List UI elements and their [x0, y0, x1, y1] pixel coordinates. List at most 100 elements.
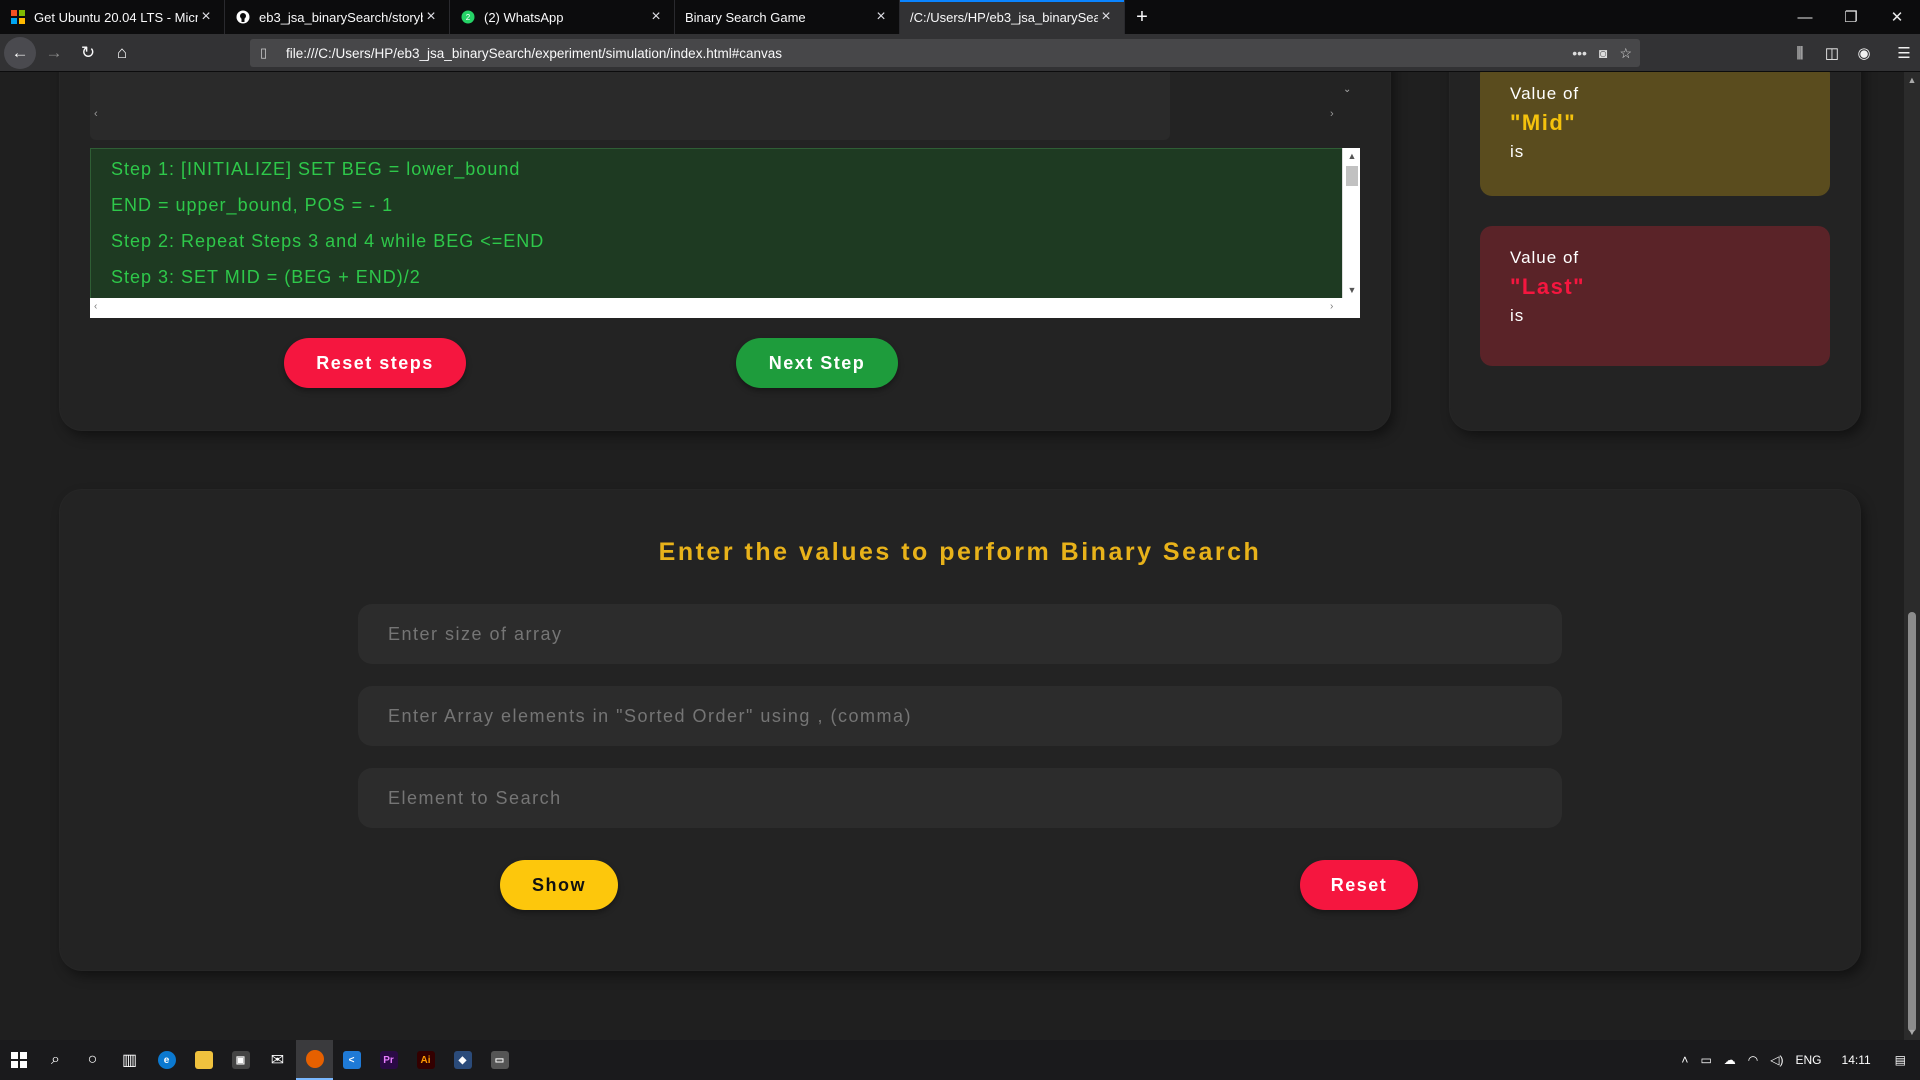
volume-icon[interactable]: ◁)	[1770, 1053, 1783, 1067]
scroll-left-icon[interactable]: ‹	[94, 301, 97, 312]
page-scrollbar[interactable]: ▲ ▼	[1904, 72, 1920, 1040]
app-icon[interactable]: ◆	[444, 1040, 481, 1080]
last-value-suffix: is	[1510, 306, 1525, 325]
scroll-left-icon[interactable]: ‹	[94, 108, 98, 120]
account-icon[interactable]: ◉	[1848, 37, 1880, 69]
premiere-icon[interactable]: Pr	[370, 1040, 407, 1080]
algorithm-line: END = upper_bound, POS = - 1	[111, 195, 394, 215]
code-box	[90, 72, 1170, 140]
code-box-horizontal-scrollbar[interactable]: ‹ ›	[90, 108, 1340, 122]
back-arrow-icon[interactable]: ←	[4, 36, 36, 69]
github-icon	[235, 9, 251, 25]
tab-ubuntu[interactable]: Get Ubuntu 20.04 LTS - Microso ×	[0, 0, 225, 34]
network-alert-icon[interactable]: ☁	[1724, 1053, 1736, 1067]
mid-value-card: Value of "Mid" is	[1480, 72, 1830, 196]
chevron-up-icon[interactable]: ˄	[1681, 1053, 1688, 1067]
system-tray: ˄ ▭ ☁ ◠ ◁) ENG 14:11 ▤	[1675, 1040, 1920, 1080]
last-name: "Last"	[1510, 274, 1586, 299]
navigation-bar: ← → ↻ ⌂ ▯ file:///C:/Users/HP/eb3_jsa_bi…	[0, 34, 1920, 72]
forward-arrow-icon[interactable]: →	[38, 37, 70, 69]
close-window-icon[interactable]: ✕	[1874, 0, 1920, 34]
restore-icon[interactable]: ❐	[1828, 0, 1874, 34]
reset-steps-button[interactable]: Reset steps	[284, 338, 466, 388]
illustrator-icon[interactable]: Ai	[407, 1040, 444, 1080]
new-tab-button[interactable]: +	[1125, 0, 1159, 34]
scroll-down-icon[interactable]: ▼	[1904, 1024, 1920, 1040]
mail-icon[interactable]: ✉	[259, 1040, 296, 1080]
store-icon[interactable]: ▣	[222, 1040, 259, 1080]
scroll-right-icon[interactable]: ›	[1330, 301, 1333, 312]
url-actions: ••• ◙ ☆	[1572, 39, 1632, 67]
notifications-icon[interactable]: ▤	[1895, 1053, 1906, 1067]
window-controls: — ❐ ✕	[1782, 0, 1920, 34]
minimize-icon[interactable]: —	[1782, 0, 1828, 34]
scrollbar-thumb[interactable]	[1346, 166, 1358, 186]
tab-github[interactable]: eb3_jsa_binarySearch/storyboa ×	[225, 0, 450, 34]
show-button[interactable]: Show	[500, 860, 618, 910]
reload-icon[interactable]: ↻	[72, 37, 104, 69]
algorithm-line: Step 3: SET MID = (BEG + END)/2	[111, 267, 421, 287]
edge-icon[interactable]: e	[148, 1040, 185, 1080]
algorithm-vertical-scrollbar[interactable]: ▲ ▼	[1342, 148, 1360, 298]
scroll-up-icon[interactable]: ▲	[1343, 148, 1361, 164]
close-icon[interactable]: ×	[423, 8, 439, 25]
array-size-input[interactable]	[358, 604, 1562, 664]
terminal-icon[interactable]: ▭	[481, 1040, 518, 1080]
windows-store-icon	[10, 9, 26, 25]
tab-title: (2) WhatsApp	[484, 9, 564, 25]
close-icon[interactable]: ×	[873, 8, 889, 25]
array-elements-input[interactable]	[358, 686, 1562, 746]
library-icon[interactable]: ⫼	[1784, 37, 1816, 69]
svg-text:2: 2	[466, 13, 471, 22]
page-icon: ▯	[260, 45, 268, 60]
last-value-label: Value of	[1510, 248, 1580, 267]
mid-name: "Mid"	[1510, 110, 1577, 135]
tab-title: Get Ubuntu 20.04 LTS - Microso	[34, 9, 198, 25]
windows-start-icon[interactable]	[0, 1040, 37, 1080]
tab-whatsapp[interactable]: 2 (2) WhatsApp ×	[450, 0, 675, 34]
scroll-right-icon[interactable]: ›	[1330, 108, 1334, 120]
cortana-icon[interactable]: ○	[74, 1040, 111, 1080]
search-icon[interactable]: ⌕	[37, 1040, 74, 1080]
scroll-up-icon[interactable]: ▲	[1904, 72, 1920, 88]
vscode-icon[interactable]: <	[333, 1040, 370, 1080]
close-icon[interactable]: ×	[648, 8, 664, 25]
reset-button[interactable]: Reset	[1300, 860, 1418, 910]
tab-current-file[interactable]: /C:/Users/HP/eb3_jsa_binarySearch ×	[900, 0, 1125, 34]
pocket-icon[interactable]: ◙	[1599, 45, 1607, 61]
menu-icon[interactable]: ☰	[1888, 37, 1920, 69]
scroll-down-icon[interactable]: ⌄	[1343, 84, 1351, 95]
firefox-icon[interactable]	[296, 1040, 333, 1080]
task-view-icon[interactable]: ▥	[111, 1040, 148, 1080]
tab-title: /C:/Users/HP/eb3_jsa_binarySearch	[910, 9, 1098, 25]
battery-icon[interactable]: ▭	[1700, 1053, 1711, 1067]
scroll-down-icon[interactable]: ▼	[1343, 282, 1361, 298]
tab-title: eb3_jsa_binarySearch/storyboa	[259, 9, 423, 25]
last-value-card: Value of "Last" is	[1480, 226, 1830, 366]
tab-binary-search-game[interactable]: Binary Search Game ×	[675, 0, 900, 34]
tab-bar: Get Ubuntu 20.04 LTS - Microso × eb3_jsa…	[0, 0, 1920, 34]
taskbar: ⌕ ○ ▥ e ▣ ✉ < Pr Ai ◆ ▭ ˄ ▭ ☁ ◠ ◁) ENG 1…	[0, 1040, 1920, 1080]
algorithm-line: Step 1: [INITIALIZE] SET BEG = lower_bou…	[111, 159, 521, 179]
mid-value-suffix: is	[1510, 142, 1525, 161]
home-icon[interactable]: ⌂	[106, 37, 138, 69]
wifi-icon[interactable]: ◠	[1748, 1053, 1758, 1067]
url-text: file:///C:/Users/HP/eb3_jsa_binarySearch…	[286, 45, 782, 61]
mid-value-label: Value of	[1510, 84, 1580, 103]
page-actions-icon[interactable]: •••	[1572, 45, 1587, 61]
toolbar-right: ⫼ ◫ ◉ ☰	[1784, 34, 1920, 72]
address-bar[interactable]: ▯ file:///C:/Users/HP/eb3_jsa_binarySear…	[250, 39, 1640, 67]
search-element-input[interactable]	[358, 768, 1562, 828]
algorithm-line: Step 2: Repeat Steps 3 and 4 while BEG <…	[111, 231, 545, 251]
file-explorer-icon[interactable]	[185, 1040, 222, 1080]
clock[interactable]: 14:11	[1842, 1053, 1871, 1067]
close-icon[interactable]: ×	[198, 8, 214, 25]
whatsapp-icon: 2	[460, 9, 476, 25]
next-step-button[interactable]: Next Step	[736, 338, 898, 388]
bookmark-star-icon[interactable]: ☆	[1619, 45, 1632, 62]
close-icon[interactable]: ×	[1098, 8, 1114, 25]
scrollbar-thumb[interactable]	[1908, 612, 1916, 1032]
sidebar-icon[interactable]: ◫	[1816, 37, 1848, 69]
language-indicator[interactable]: ENG	[1796, 1053, 1822, 1067]
algorithm-horizontal-scrollbar[interactable]: ‹ ›	[90, 298, 1360, 318]
